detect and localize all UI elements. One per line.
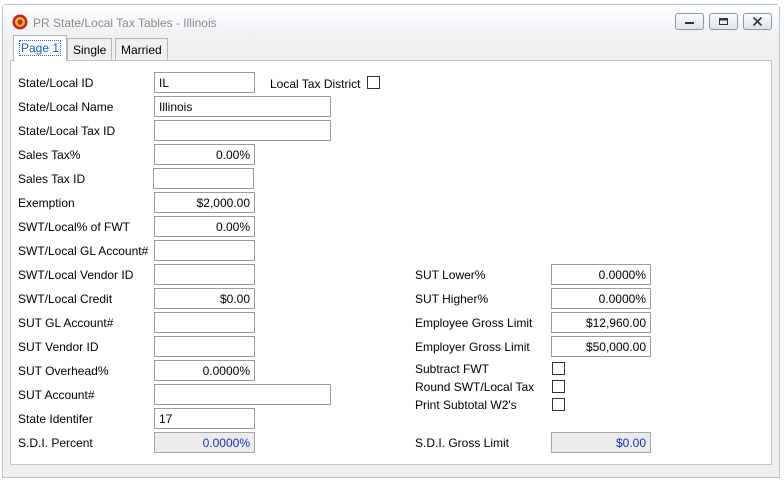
swt-local-pct-fwt-input[interactable]: 0.00% bbox=[154, 216, 255, 237]
tab-panel-page-1: State/Local ID State/Local Name State/Lo… bbox=[10, 60, 772, 465]
minimize-button[interactable] bbox=[675, 13, 704, 30]
shield-icon bbox=[12, 14, 28, 30]
subtract-fwt-label: Subtract FWT bbox=[415, 362, 490, 376]
local-tax-district-label: Local Tax District bbox=[270, 77, 361, 91]
employee-gross-limit-input[interactable]: $12,960.00 bbox=[551, 312, 651, 333]
state-local-name-input[interactable]: Illinois bbox=[154, 96, 331, 117]
state-local-id-input[interactable]: IL bbox=[154, 72, 255, 93]
swt-local-vendor-id-label: SWT/Local Vendor ID bbox=[18, 268, 134, 282]
close-button[interactable] bbox=[743, 13, 772, 30]
state-local-tax-id-label: State/Local Tax ID bbox=[18, 124, 116, 138]
sdi-percent-readonly: 0.0000% bbox=[154, 432, 255, 453]
sut-vendor-id-label: SUT Vendor ID bbox=[18, 340, 99, 354]
sut-account-input[interactable] bbox=[154, 384, 331, 405]
sales-tax-pct-input[interactable]: 0.00% bbox=[154, 144, 255, 165]
sales-tax-id-label: Sales Tax ID bbox=[18, 172, 86, 186]
exemption-label: Exemption bbox=[18, 196, 75, 210]
maximize-icon bbox=[719, 18, 728, 25]
subtract-fwt-checkbox[interactable] bbox=[552, 362, 565, 375]
tab-label: Page 1 bbox=[19, 40, 62, 56]
close-icon bbox=[752, 17, 763, 26]
sut-higher-pct-label: SUT Higher% bbox=[415, 292, 489, 306]
sdi-gross-limit-label: S.D.I. Gross Limit bbox=[415, 436, 510, 450]
employer-gross-limit-input[interactable]: $50,000.00 bbox=[551, 336, 651, 357]
print-subtotal-w2s-checkbox[interactable] bbox=[552, 398, 565, 411]
swt-local-gl-account-input[interactable] bbox=[154, 240, 255, 261]
tab-label: Single bbox=[73, 43, 107, 57]
round-swt-local-tax-label: Round SWT/Local Tax bbox=[415, 380, 535, 394]
app-window: PR State/Local Tax Tables - Illinois Pag… bbox=[2, 4, 780, 478]
tab-single[interactable]: Single bbox=[67, 38, 113, 60]
local-tax-district-checkbox[interactable] bbox=[367, 76, 380, 89]
sut-overhead-pct-input[interactable]: 0.0000% bbox=[154, 360, 255, 381]
state-local-tax-id-input[interactable] bbox=[154, 120, 331, 141]
window-title: PR State/Local Tax Tables - Illinois bbox=[33, 16, 217, 30]
sut-gl-account-input[interactable] bbox=[154, 312, 255, 333]
sales-tax-pct-label: Sales Tax% bbox=[18, 148, 81, 162]
state-identifier-input[interactable]: 17 bbox=[154, 408, 255, 429]
sut-higher-pct-input[interactable]: 0.0000% bbox=[551, 288, 651, 309]
state-local-name-label: State/Local Name bbox=[18, 100, 114, 114]
sut-account-label: SUT Account# bbox=[18, 388, 95, 402]
sut-lower-pct-input[interactable]: 0.0000% bbox=[551, 264, 651, 285]
maximize-button[interactable] bbox=[709, 13, 738, 30]
swt-local-gl-account-label: SWT/Local GL Account# bbox=[18, 244, 149, 258]
status-strip bbox=[10, 465, 772, 475]
minimize-icon bbox=[685, 22, 694, 24]
sdi-percent-label: S.D.I. Percent bbox=[18, 436, 93, 450]
tab-label: Married bbox=[121, 43, 162, 57]
swt-local-vendor-id-input[interactable] bbox=[154, 264, 255, 285]
state-local-id-label: State/Local ID bbox=[18, 76, 94, 90]
window-client: Page 1 Single Married State/Local ID Sta… bbox=[10, 35, 772, 475]
exemption-input[interactable]: $2,000.00 bbox=[154, 192, 255, 213]
tab-page-1[interactable]: Page 1 bbox=[13, 35, 68, 61]
sdi-gross-limit-readonly: $0.00 bbox=[551, 432, 651, 453]
tab-married[interactable]: Married bbox=[115, 38, 168, 60]
swt-local-credit-label: SWT/Local Credit bbox=[18, 292, 113, 306]
title-bar[interactable]: PR State/Local Tax Tables - Illinois bbox=[3, 5, 779, 35]
print-subtotal-w2s-label: Print Subtotal W2's bbox=[415, 398, 517, 412]
employee-gross-limit-label: Employee Gross Limit bbox=[415, 316, 533, 330]
swt-local-credit-input[interactable]: $0.00 bbox=[154, 288, 255, 309]
round-swt-local-tax-checkbox[interactable] bbox=[552, 380, 565, 393]
sut-gl-account-label: SUT GL Account# bbox=[18, 316, 114, 330]
sut-lower-pct-label: SUT Lower% bbox=[415, 268, 486, 282]
employer-gross-limit-label: Employer Gross Limit bbox=[415, 340, 530, 354]
sut-overhead-pct-label: SUT Overhead% bbox=[18, 364, 109, 378]
sut-vendor-id-input[interactable] bbox=[154, 336, 255, 357]
swt-local-pct-fwt-label: SWT/Local% of FWT bbox=[18, 220, 131, 234]
state-identifier-label: State Identifer bbox=[18, 412, 93, 426]
sales-tax-id-input[interactable] bbox=[153, 168, 254, 189]
